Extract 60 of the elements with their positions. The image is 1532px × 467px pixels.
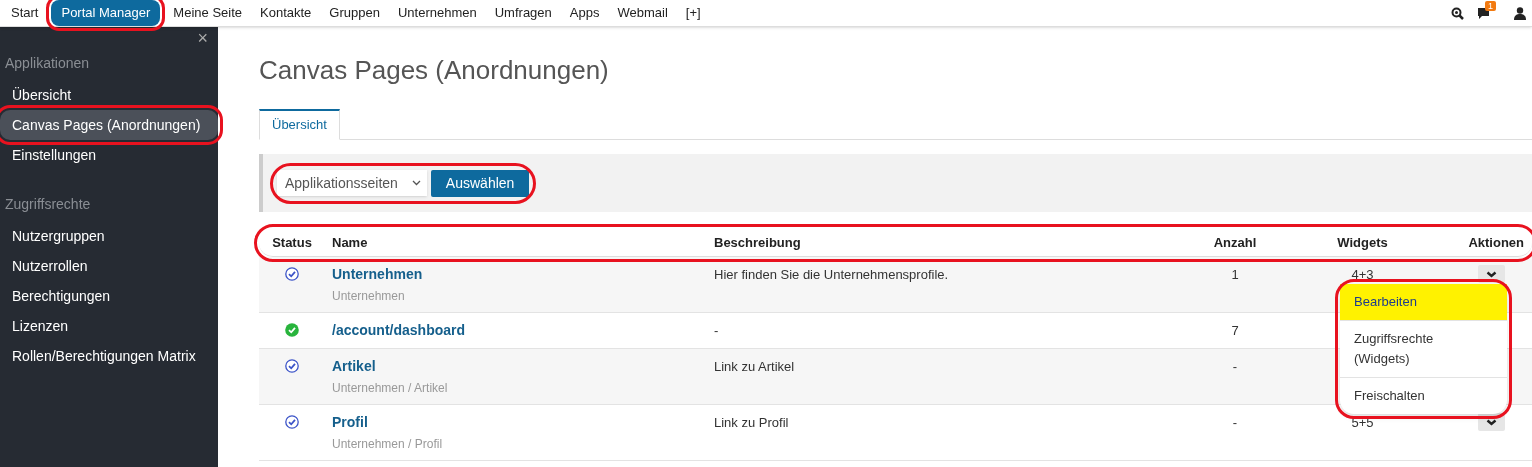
- notification-badge: 1: [1485, 1, 1496, 11]
- column-header: Anzahl: [1213, 234, 1257, 250]
- column-header: Aktionen: [1468, 234, 1524, 250]
- column-header: Beschreibung: [714, 234, 801, 250]
- table-cell: 4+3: [1351, 267, 1374, 282]
- table-cell: Link zu Artikel: [714, 359, 795, 374]
- page-link[interactable]: /account/dashboard: [332, 321, 466, 339]
- nav-item[interactable]: Meine Seite: [164, 0, 251, 26]
- page-link[interactable]: Unternehmen: [332, 265, 423, 283]
- nav-item[interactable]: Gruppen: [320, 0, 389, 26]
- check-circle-icon: [285, 359, 299, 373]
- table-cell: 1: [1231, 267, 1239, 282]
- check-circle-icon: [285, 323, 299, 337]
- table-cell: -: [1232, 359, 1238, 374]
- nav-item[interactable]: [+]: [676, 0, 710, 26]
- page-path: Unternehmen / Profil: [332, 436, 443, 453]
- zoom-icon[interactable]: [1451, 6, 1464, 20]
- nav-item[interactable]: Umfragen: [485, 0, 561, 26]
- sidebar-item[interactable]: Nutzergruppen: [0, 221, 218, 251]
- column-header: Widgets: [1337, 234, 1388, 250]
- sidebar-item[interactable]: Lizenzen: [0, 311, 218, 341]
- menu-item[interactable]: Freischalten: [1340, 377, 1507, 414]
- table-cell: -: [714, 323, 719, 338]
- page-link[interactable]: Profil: [332, 413, 368, 431]
- select-field[interactable]: Applikationsseiten: [277, 170, 427, 196]
- check-circle-icon: [285, 267, 299, 281]
- chat-icon[interactable]: [1478, 8, 1489, 19]
- sidebar-item[interactable]: Einstellungen: [0, 140, 218, 170]
- sidebar-item[interactable]: Berechtigungen: [0, 281, 218, 311]
- tab[interactable]: Übersicht: [259, 109, 340, 140]
- menu-item[interactable]: Bearbeiten: [1340, 284, 1507, 320]
- page-path: Unternehmen / Artikel: [332, 380, 448, 397]
- section-heading: Applikationen: [4, 54, 91, 73]
- table-cell: -: [1232, 415, 1238, 430]
- nav-item[interactable]: Webmail: [608, 0, 677, 26]
- close-button[interactable]: ×: [197, 29, 208, 47]
- chevron-icon: [411, 180, 421, 186]
- nav-item[interactable]: Apps: [560, 0, 609, 26]
- page-path: Unternehmen: [332, 288, 405, 305]
- menu-item[interactable]: Zugriffsrechte (Widgets): [1340, 320, 1507, 377]
- sidebar-item[interactable]: Rollen/Berechtigungen Matrix: [0, 341, 218, 371]
- table-cell: 7: [1231, 323, 1239, 338]
- nav-item[interactable]: Unternehmen: [388, 0, 486, 26]
- page-title: Canvas Pages (Anordnungen): [259, 55, 610, 85]
- chevron-icon: [1486, 270, 1497, 278]
- user-icon[interactable]: [1514, 6, 1526, 20]
- select-button[interactable]: Auswählen: [430, 169, 530, 197]
- column-header: Name: [332, 234, 368, 250]
- section-heading: Zugriffsrechte: [4, 195, 92, 214]
- sidebar-item[interactable]: Nutzerrollen: [0, 251, 218, 281]
- chevron-icon: [1486, 418, 1497, 426]
- nav-item[interactable]: Kontakte: [251, 0, 321, 26]
- nav-item[interactable]: Start: [2, 0, 48, 26]
- column-header: Status: [272, 234, 312, 250]
- dropdown-button[interactable]: [1478, 265, 1505, 283]
- sidebar-item[interactable]: Übersicht: [0, 80, 218, 110]
- page-link[interactable]: Artikel: [332, 357, 376, 375]
- check-circle-icon: [285, 415, 299, 429]
- table-cell: Hier finden Sie die Unternehmensprofile.: [714, 267, 949, 282]
- table-cell: Link zu Profil: [714, 415, 789, 430]
